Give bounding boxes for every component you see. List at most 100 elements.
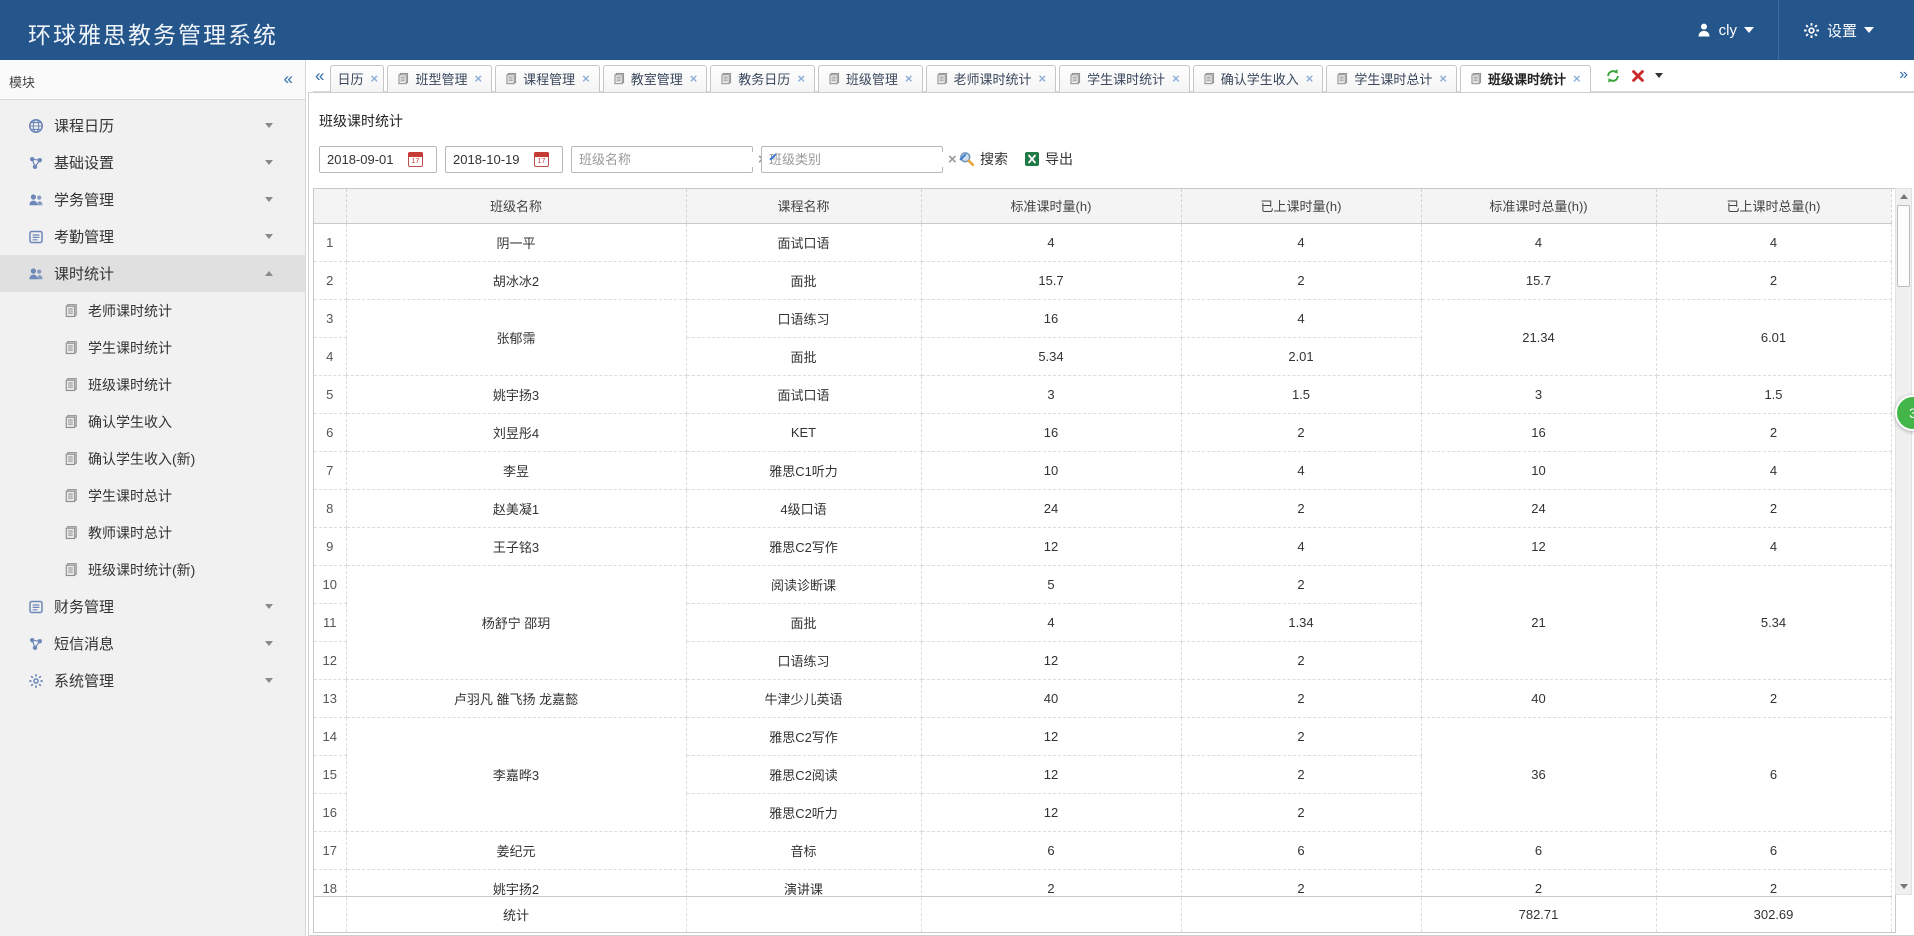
tab-label: 教务日历 [738, 69, 790, 88]
sidebar-subitem[interactable]: 学生课时统计 [0, 329, 305, 366]
table-row[interactable]: 13卢羽凡 雒飞扬 龙嘉懿牛津少儿英语402402 [314, 680, 1891, 718]
sidebar-item-finance[interactable]: 财务管理 [0, 588, 305, 625]
sidebar-subitem[interactable]: 确认学生收入 [0, 403, 305, 440]
table-row[interactable]: 5姚宇扬3面试口语31.531.5 [314, 376, 1891, 414]
chevron-down-icon [1744, 27, 1754, 33]
tab-close-icon[interactable]: × [474, 71, 482, 86]
tab-close-icon[interactable]: × [1306, 71, 1314, 86]
date-from-input[interactable] [320, 152, 408, 167]
document-icon [720, 72, 733, 85]
tab-日历[interactable]: 日历× [330, 65, 384, 92]
export-button[interactable]: 导出 [1024, 149, 1073, 169]
table-row[interactable]: 1阴一平面试口语4444 [314, 224, 1891, 262]
clear-icon[interactable]: × [945, 151, 960, 168]
row-number-cell: 5 [314, 376, 346, 414]
table-row[interactable]: 9王子铭3雅思C2写作124124 [314, 528, 1891, 566]
column-header[interactable] [314, 189, 346, 223]
course-name-cell: 演讲课 [686, 870, 921, 896]
column-header[interactable]: 已上课时总量(h) [1656, 189, 1891, 223]
course-name-cell: 雅思C1听力 [686, 452, 921, 490]
table-row[interactable]: 17姜纪元音标6666 [314, 832, 1891, 870]
sidebar-item-sms[interactable]: 短信消息 [0, 625, 305, 662]
tab-close-icon[interactable]: × [1172, 71, 1180, 86]
tab-actions-dropdown-icon[interactable] [1655, 73, 1663, 78]
course-name-cell: 面批 [686, 604, 921, 642]
tab-学生课时总计[interactable]: 学生课时总计× [1326, 65, 1457, 92]
date-to-input[interactable] [446, 152, 534, 167]
calendar-icon[interactable] [534, 152, 549, 167]
row-number-cell: 7 [314, 452, 346, 490]
sidebar-item-hours-stats[interactable]: 课时统计 [0, 255, 305, 292]
sidebar-subitem[interactable]: 确认学生收入(新) [0, 440, 305, 477]
class-name-cell: 王子铭3 [346, 528, 686, 566]
tab-close-icon[interactable]: × [1039, 71, 1047, 86]
calendar-icon[interactable] [408, 152, 423, 167]
refresh-tab-icon[interactable] [1605, 68, 1621, 84]
sidebar-subitem[interactable]: 教师课时总计 [0, 514, 305, 551]
table-row[interactable]: 8赵美凝14级口语242242 [314, 490, 1891, 528]
column-header[interactable]: 标准课时量(h) [921, 189, 1181, 223]
sidebar-item-system[interactable]: 系统管理 [0, 662, 305, 699]
tab-label: 确认学生收入 [1221, 69, 1299, 88]
tab-label: 班型管理 [415, 69, 467, 88]
standard-total-cell: 6 [1421, 832, 1656, 870]
sidebar-menu: 课程日历基础设置学务管理考勤管理课时统计老师课时统计学生课时统计班级课时统计确认… [0, 107, 305, 699]
column-header[interactable]: 班级名称 [346, 189, 686, 223]
tab-close-icon[interactable]: × [797, 71, 805, 86]
sidebar-subitem[interactable]: 班级课时统计 [0, 366, 305, 403]
scroll-down-button[interactable] [1896, 879, 1911, 894]
search-button[interactable]: 搜索 [959, 149, 1008, 169]
tab-课程管理[interactable]: 课程管理× [495, 65, 600, 92]
table-row[interactable]: 14李嘉晔3雅思C2写作122366 [314, 718, 1891, 756]
sidebar-item-course-calendar[interactable]: 课程日历 [0, 107, 305, 144]
tab-overflow-button[interactable]: » [1899, 66, 1908, 84]
user-menu[interactable]: cly [1686, 22, 1764, 39]
tab-教室管理[interactable]: 教室管理× [603, 65, 708, 92]
table-row[interactable]: 6刘昱彤4KET162162 [314, 414, 1891, 452]
tab-close-icon[interactable]: × [1573, 71, 1581, 86]
sidebar-item-basic-settings[interactable]: 基础设置 [0, 144, 305, 181]
sidebar-subitem[interactable]: 班级课时统计(新) [0, 551, 305, 588]
vertical-scrollbar[interactable] [1895, 188, 1912, 895]
table-row[interactable]: 7李昱雅思C1听力104104 [314, 452, 1891, 490]
sidebar-subitem[interactable]: 学生课时总计 [0, 477, 305, 514]
tab-班级管理[interactable]: 班级管理× [818, 65, 923, 92]
table-row[interactable]: 18姚宇扬2演讲课2222 [314, 870, 1891, 896]
tab-教务日历[interactable]: 教务日历 × [710, 65, 815, 92]
table-row[interactable]: 2胡冰冰2面批15.7215.72 [314, 262, 1891, 300]
column-header[interactable]: 已上课时量(h) [1181, 189, 1421, 223]
tab-close-icon[interactable]: × [370, 71, 378, 86]
tab-班级课时统计[interactable]: 班级课时统计× [1460, 65, 1591, 92]
sidebar-item-student-affairs[interactable]: 学务管理 [0, 181, 305, 218]
tab-班型管理[interactable]: 班型管理 × [387, 65, 492, 92]
table-body-viewport[interactable]: 1阴一平面试口语44442胡冰冰2面批15.7215.723张郁霈口语练习164… [314, 224, 1895, 896]
document-icon [64, 451, 79, 466]
class-type-input[interactable] [762, 152, 945, 167]
tab-scroll-left-button[interactable]: « [315, 66, 324, 86]
settings-menu[interactable]: 设置 [1793, 20, 1884, 41]
course-name-cell: 面批 [686, 338, 921, 376]
tab-close-icon[interactable]: × [582, 71, 590, 86]
sidebar-item-attendance[interactable]: 考勤管理 [0, 218, 305, 255]
toolbar: × × 搜索 导出 [319, 145, 1073, 173]
close-all-tabs-icon[interactable] [1631, 69, 1645, 83]
class-name-input[interactable] [572, 152, 755, 167]
sidebar-collapse-button[interactable]: « [284, 69, 293, 89]
tab-老师课时统计[interactable]: 老师课时统计× [926, 65, 1057, 92]
course-name-cell: 牛津少儿英语 [686, 680, 921, 718]
scrollbar-thumb[interactable] [1897, 205, 1910, 287]
tab-学生课时统计[interactable]: 学生课时统计 × [1059, 65, 1190, 92]
column-header[interactable]: 课程名称 [686, 189, 921, 223]
done-total-cell: 6.01 [1656, 300, 1891, 376]
column-header[interactable]: 标准课时总量(h)) [1421, 189, 1656, 223]
tab-close-icon[interactable]: × [1439, 71, 1447, 86]
tab-close-icon[interactable]: × [905, 71, 913, 86]
table-row[interactable]: 10杨舒宁 邵玥阅读诊断课52215.34 [314, 566, 1891, 604]
scroll-up-button[interactable] [1896, 189, 1911, 204]
tab-label: 学生课时统计 [1087, 69, 1165, 88]
globe-icon [28, 118, 44, 134]
table-row[interactable]: 3张郁霈口语练习16421.346.01 [314, 300, 1891, 338]
tab-确认学生收入[interactable]: 确认学生收入 × [1193, 65, 1324, 92]
tab-close-icon[interactable]: × [690, 71, 698, 86]
sidebar-subitem[interactable]: 老师课时统计 [0, 292, 305, 329]
